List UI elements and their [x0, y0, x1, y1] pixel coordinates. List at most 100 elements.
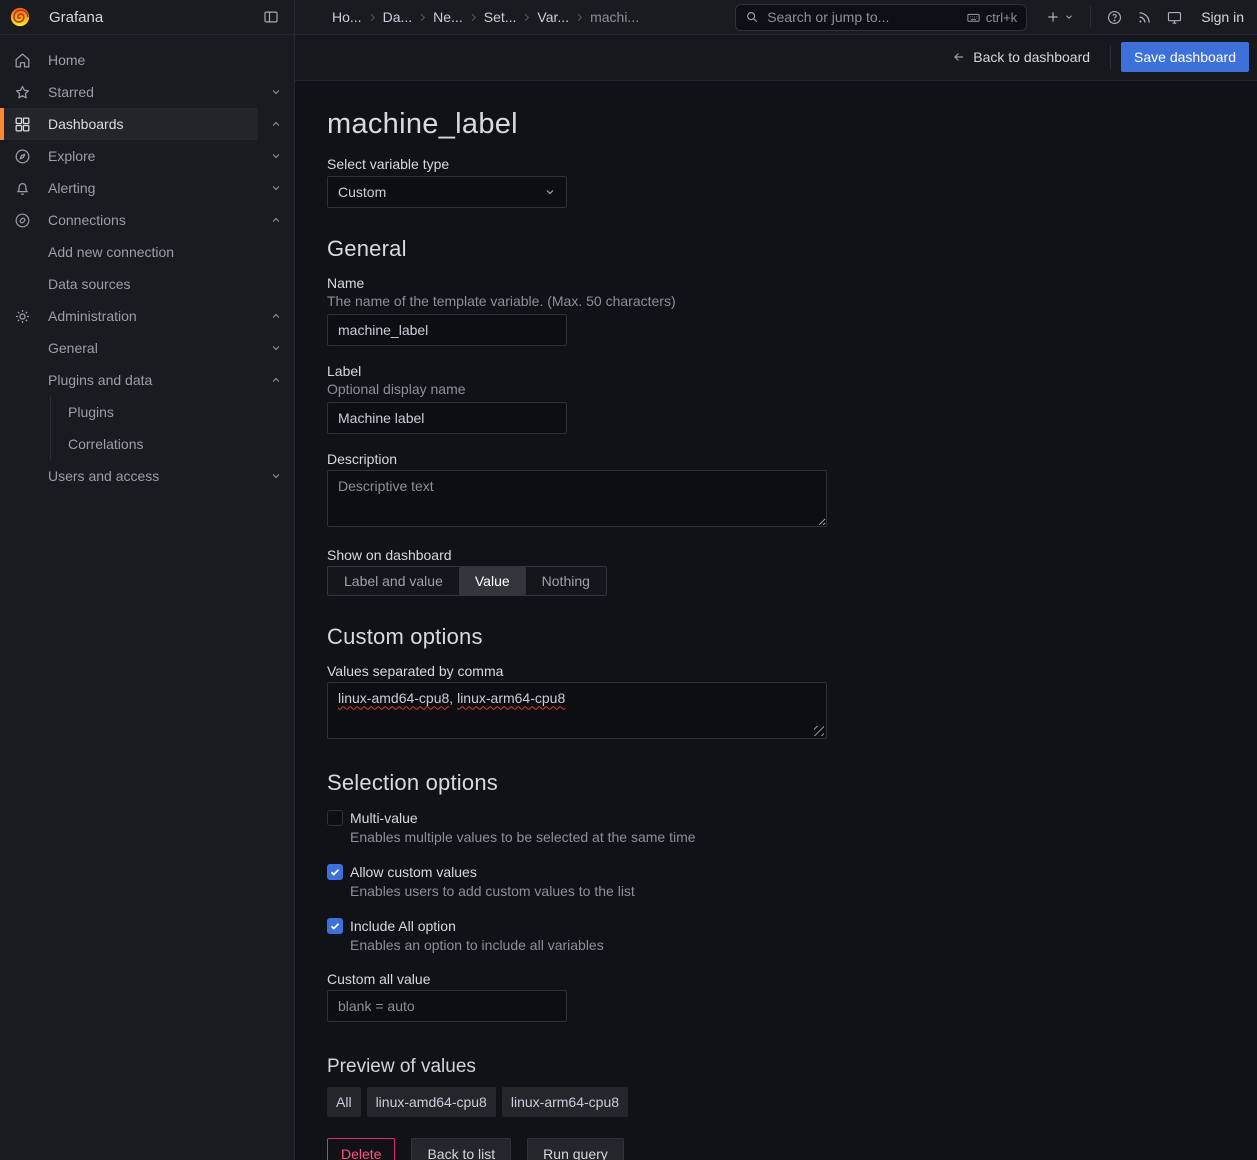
page-toolbar: Back to dashboard Save dashboard — [295, 35, 1257, 81]
breadcrumb-dashboard-name[interactable]: Ne... — [433, 9, 463, 25]
chevron-down-icon[interactable] — [258, 332, 294, 364]
value-token: linux-amd64-cpu8 — [338, 690, 449, 706]
sidebar-link-dashboards[interactable]: Dashboards — [0, 108, 258, 140]
allow-custom-values-checkbox[interactable] — [327, 864, 343, 880]
name-field: Name The name of the template variable. … — [327, 276, 1225, 346]
sidebar-link-home[interactable]: Home — [0, 44, 294, 76]
bell-icon — [12, 179, 32, 198]
monitor-icon[interactable] — [1159, 3, 1189, 31]
sidebar-link-plugins-and-data[interactable]: Plugins and data — [0, 364, 258, 396]
radio-label-and-value[interactable]: Label and value — [328, 567, 459, 595]
chevron-up-icon[interactable] — [258, 364, 294, 396]
general-section-heading: General — [327, 236, 1225, 262]
include-all-checkbox[interactable] — [327, 918, 343, 934]
nav-actions: Sign in — [1037, 3, 1244, 31]
sidebar-item-label: Administration — [48, 308, 137, 324]
include-all-label[interactable]: Include All option — [350, 918, 604, 934]
variable-type-select[interactable]: Custom — [327, 176, 567, 208]
search-shortcut: ctrl+k — [966, 10, 1017, 25]
delete-button[interactable]: Delete — [327, 1138, 395, 1160]
sidebar-link-connections[interactable]: Connections — [0, 204, 258, 236]
preview-chip: linux-amd64-cpu8 — [367, 1087, 496, 1117]
variable-type-label: Select variable type — [327, 157, 1225, 172]
include-all-row: Include All option Enables an option to … — [327, 918, 1225, 952]
gear-icon — [12, 307, 32, 326]
sidebar-item-plugins: Plugins — [51, 396, 294, 428]
show-on-dashboard-label: Show on dashboard — [327, 548, 1225, 563]
chevron-down-icon[interactable] — [258, 140, 294, 172]
chevron-right-icon — [417, 12, 428, 23]
back-to-list-button[interactable]: Back to list — [411, 1138, 511, 1160]
connections-plug-icon — [12, 211, 32, 230]
sidebar-link-administration[interactable]: Administration — [0, 300, 258, 332]
sidebar-item-general: General — [0, 332, 294, 364]
custom-all-value-input[interactable] — [327, 990, 567, 1022]
back-to-dashboard-button[interactable]: Back to dashboard — [942, 42, 1100, 72]
new-menu-button[interactable] — [1037, 3, 1082, 31]
arrow-left-icon — [952, 50, 966, 64]
sidebar-item-label: General — [48, 340, 98, 356]
description-label: Description — [327, 452, 1225, 467]
chevron-up-icon[interactable] — [258, 108, 294, 140]
sidebar-item-label: Plugins and data — [48, 372, 152, 388]
editor-actions: Delete Back to list Run query — [327, 1138, 1225, 1160]
toggle-menu-icon[interactable] — [257, 3, 285, 31]
sidebar-link-add-new-connection[interactable]: Add new connection — [0, 236, 294, 268]
sign-in-button[interactable]: Sign in — [1201, 9, 1244, 25]
run-query-button[interactable]: Run query — [527, 1138, 624, 1160]
chevron-up-icon[interactable] — [258, 300, 294, 332]
chevron-down-icon[interactable] — [258, 460, 294, 492]
search-input[interactable]: Search or jump to... ctrl+k — [735, 4, 1027, 31]
breadcrumb-dashboards[interactable]: Da... — [383, 9, 413, 25]
sidebar-item-label: Starred — [48, 84, 94, 100]
breadcrumb-variables[interactable]: Var... — [537, 9, 569, 25]
description-textarea[interactable] — [327, 470, 827, 527]
radio-value[interactable]: Value — [459, 567, 526, 595]
sidebar-subgroup: Plugins Correlations — [50, 396, 294, 460]
label-input[interactable] — [327, 402, 567, 434]
help-icon[interactable] — [1099, 3, 1129, 31]
page-title: machine_label — [327, 108, 1225, 140]
multi-value-checkbox[interactable] — [327, 810, 343, 826]
sidebar-item-label: Alerting — [48, 180, 95, 196]
name-description: The name of the template variable. (Max.… — [327, 294, 1225, 308]
sidebar-link-users-and-access[interactable]: Users and access — [0, 460, 258, 492]
back-to-dashboard-label: Back to dashboard — [973, 49, 1090, 65]
chevron-right-icon — [521, 12, 532, 23]
allow-custom-values-label[interactable]: Allow custom values — [350, 864, 635, 880]
include-all-description: Enables an option to include all variabl… — [350, 938, 604, 952]
breadcrumb-home[interactable]: Ho... — [332, 9, 362, 25]
value-token: linux-arm64-cpu8 — [457, 690, 565, 706]
save-dashboard-button[interactable]: Save dashboard — [1121, 42, 1249, 72]
selection-options-heading: Selection options — [327, 770, 1225, 796]
divider — [1090, 6, 1091, 28]
sidebar-link-correlations[interactable]: Correlations — [51, 428, 294, 460]
check-icon — [329, 866, 341, 878]
breadcrumb-settings[interactable]: Set... — [484, 9, 517, 25]
sidebar-link-alerting[interactable]: Alerting — [0, 172, 258, 204]
chevron-down-icon[interactable] — [258, 76, 294, 108]
variable-type-value: Custom — [338, 184, 544, 200]
values-textarea[interactable]: linux-amd64-cpu8, linux-arm64-cpu8 — [327, 682, 827, 739]
value-separator: , — [449, 690, 457, 706]
sidebar-item-users-and-access: Users and access — [0, 460, 294, 492]
sidebar-item-connections: Connections — [0, 204, 294, 236]
name-input[interactable] — [327, 314, 567, 346]
sidebar-item-administration: Administration — [0, 300, 294, 332]
multi-value-label[interactable]: Multi-value — [350, 810, 696, 826]
sidebar-link-explore[interactable]: Explore — [0, 140, 258, 172]
sidebar-link-starred[interactable]: Starred — [0, 76, 258, 108]
sidebar-item-starred: Starred — [0, 76, 294, 108]
chevron-up-icon[interactable] — [258, 204, 294, 236]
search-icon — [745, 10, 759, 24]
sidebar-link-plugins[interactable]: Plugins — [51, 396, 294, 428]
sidebar-link-general[interactable]: General — [0, 332, 258, 364]
sidebar-link-data-sources[interactable]: Data sources — [0, 268, 294, 300]
description-field: Description — [327, 452, 1225, 530]
sidebar: Home Starred Das — [0, 35, 295, 1160]
multi-value-description: Enables multiple values to be selected a… — [350, 830, 696, 844]
chevron-down-icon[interactable] — [258, 172, 294, 204]
sidebar-item-add-new-connection: Add new connection — [0, 236, 294, 268]
radio-nothing[interactable]: Nothing — [526, 567, 606, 595]
news-rss-icon[interactable] — [1129, 3, 1159, 31]
